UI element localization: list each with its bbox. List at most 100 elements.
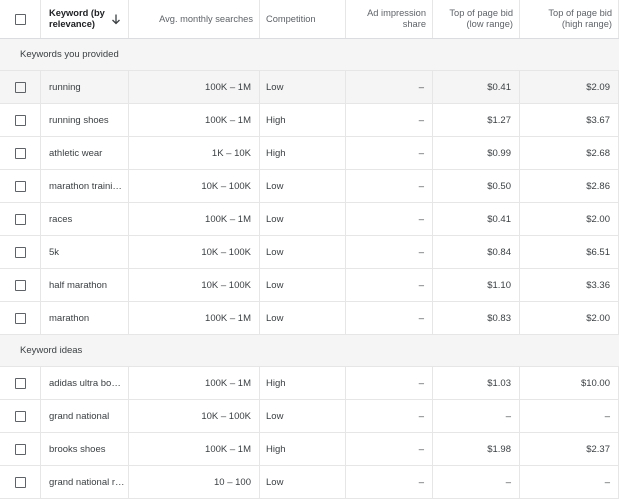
avg-searches-cell: 100K – 1M [129,104,260,136]
impression-share-cell: – [346,236,433,268]
bid-low-cell: $0.99 [433,137,520,169]
ad-impression-share-header[interactable]: Ad impression share [346,0,433,38]
bid-low-cell: $1.98 [433,433,520,465]
keyword-ideas-table: Keyword (by relevance) Avg. monthly searc… [0,0,619,499]
competition-cell: Low [260,170,346,202]
avg-searches-cell: 100K – 1M [129,71,260,103]
table-row[interactable]: half marathon 10K – 100K Low – $1.10 $3.36 [0,269,619,302]
competition-cell: High [260,433,346,465]
keyword-cell: races [41,203,129,235]
bid-high-cell: $2.68 [520,137,619,169]
row-checkbox-cell [0,269,41,301]
bid-high-range-header[interactable]: Top of page bid (high range) [520,0,619,38]
bid-low-cell: $0.41 [433,71,520,103]
table-row[interactable]: grand national 10K – 100K Low – – – [0,400,619,433]
table-row[interactable]: marathon 100K – 1M Low – $0.83 $2.00 [0,302,619,335]
competition-cell: Low [260,269,346,301]
avg-searches-cell: 10K – 100K [129,400,260,432]
bid-low-cell: $0.83 [433,302,520,334]
table-row[interactable]: brooks shoes 100K – 1M High – $1.98 $2.37 [0,433,619,466]
bid-low-cell: – [433,466,520,498]
bid-low-cell: $1.27 [433,104,520,136]
avg-searches-cell: 10 – 100 [129,466,260,498]
row-checkbox[interactable] [14,410,26,422]
avg-monthly-searches-header[interactable]: Avg. monthly searches [129,0,260,38]
row-checkbox[interactable] [14,246,26,258]
avg-searches-cell: 100K – 1M [129,367,260,399]
bid-low-cell: $0.50 [433,170,520,202]
bid-low-cell: $0.41 [433,203,520,235]
table-row[interactable]: marathon traini… 10K – 100K Low – $0.50 $2.86 [0,170,619,203]
competition-cell: Low [260,400,346,432]
row-checkbox[interactable] [14,476,26,488]
keyword-cell: running shoes [41,104,129,136]
select-all-checkbox[interactable] [14,13,26,25]
row-checkbox-cell [0,71,41,103]
impression-share-cell: – [346,137,433,169]
row-checkbox-cell [0,367,41,399]
competition-cell: Low [260,71,346,103]
impression-share-cell: – [346,170,433,202]
table-row[interactable]: running 100K – 1M Low – $0.41 $2.09 [0,71,619,104]
bid-high-cell: $2.00 [520,203,619,235]
keyword-cell: grand national [41,400,129,432]
avg-searches-cell: 100K – 1M [129,302,260,334]
bid-high-cell: $2.00 [520,302,619,334]
bid-high-cell: – [520,400,619,432]
table-row[interactable]: running shoes 100K – 1M High – $1.27 $3.67 [0,104,619,137]
row-checkbox-cell [0,137,41,169]
keyword-cell: grand national r… [41,466,129,498]
avg-searches-cell: 10K – 100K [129,269,260,301]
bid-high-cell: $2.86 [520,170,619,202]
competition-cell: Low [260,302,346,334]
row-checkbox-cell [0,302,41,334]
impression-share-cell: – [346,367,433,399]
row-checkbox[interactable] [14,443,26,455]
impression-share-cell: – [346,466,433,498]
table-row[interactable]: 5k 10K – 100K Low – $0.84 $6.51 [0,236,619,269]
select-all-cell [0,0,41,38]
avg-searches-cell: 100K – 1M [129,203,260,235]
section-header: Keywords you provided [0,39,619,71]
table-row[interactable]: adidas ultra bo… 100K – 1M High – $1.03 $10.0… [0,367,619,400]
impression-share-cell: – [346,302,433,334]
row-checkbox[interactable] [14,81,26,93]
avg-searches-cell: 100K – 1M [129,433,260,465]
row-checkbox[interactable] [14,279,26,291]
row-checkbox[interactable] [14,213,26,225]
avg-searches-cell: 1K – 10K [129,137,260,169]
competition-cell: High [260,137,346,169]
bid-low-range-header[interactable]: Top of page bid (low range) [433,0,520,38]
keyword-cell: marathon [41,302,129,334]
impression-share-cell: – [346,433,433,465]
competition-cell: High [260,104,346,136]
table-body: Keywords you provided running 100K – 1M Low… [0,39,619,499]
bid-high-cell: – [520,466,619,498]
bid-high-cell: $6.51 [520,236,619,268]
row-checkbox[interactable] [14,180,26,192]
bid-low-cell: $0.84 [433,236,520,268]
row-checkbox-cell [0,170,41,202]
arrow-down-icon[interactable] [111,14,121,25]
table-row[interactable]: races 100K – 1M Low – $0.41 $2.00 [0,203,619,236]
competition-cell: Low [260,466,346,498]
keyword-cell: adidas ultra bo… [41,367,129,399]
table-row[interactable]: athletic wear 1K – 10K High – $0.99 $2.68 [0,137,619,170]
keyword-column-header[interactable]: Keyword (by relevance) [41,0,129,38]
bid-low-cell: $1.03 [433,367,520,399]
row-checkbox-cell [0,400,41,432]
table-row[interactable]: grand national r… 10 – 100 Low – – – [0,466,619,499]
impression-share-cell: – [346,269,433,301]
bid-high-cell: $3.67 [520,104,619,136]
competition-header[interactable]: Competition [260,0,346,38]
keyword-cell: brooks shoes [41,433,129,465]
bid-low-cell: – [433,400,520,432]
row-checkbox[interactable] [14,147,26,159]
row-checkbox-cell [0,433,41,465]
row-checkbox[interactable] [14,377,26,389]
row-checkbox-cell [0,466,41,498]
row-checkbox[interactable] [14,312,26,324]
keyword-cell: running [41,71,129,103]
row-checkbox[interactable] [14,114,26,126]
keyword-cell: athletic wear [41,137,129,169]
